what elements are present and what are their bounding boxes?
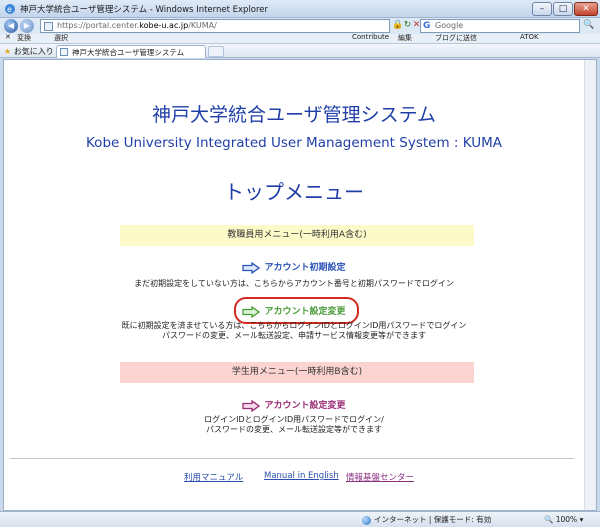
internet-explorer-icon: e: [5, 4, 15, 14]
new-tab-button[interactable]: [208, 46, 224, 57]
student-description-line2: パスワードの変更、メール転送設定等ができます: [206, 425, 382, 434]
account-init-description: まだ初期設定をしていない方は、こちらからアカウント番号と初期パスワードでログイン: [134, 279, 454, 288]
english-manual-link[interactable]: Manual in English: [264, 471, 339, 481]
zoom-level[interactable]: 🔍 100% ▾: [544, 515, 583, 524]
contribute-button[interactable]: Contribute: [352, 33, 389, 41]
footer-divider: [10, 458, 574, 459]
favorites-button[interactable]: ★ お気に入り: [4, 46, 54, 57]
svg-text:e: e: [7, 5, 12, 14]
address-bar: ◀ ▶ https://portal.center.kobe-u.ac.jp/K…: [0, 18, 600, 34]
search-input[interactable]: G Google: [420, 19, 580, 33]
account-change-link[interactable]: アカウント設定変更: [4, 304, 584, 318]
globe-icon: [362, 515, 371, 525]
page-content: 神戸大学統合ユーザ管理システム Kobe University Integrat…: [3, 59, 597, 511]
arrow-right-icon: [242, 399, 261, 412]
tab-title: 神戸大学統合ユーザ管理システム: [72, 48, 185, 57]
account-init-link[interactable]: アカウント初期設定: [4, 260, 584, 274]
search-go-icon[interactable]: 🔍: [583, 20, 594, 30]
convert-button[interactable]: 変換: [17, 33, 31, 43]
info-center-link[interactable]: 情報基盤センター: [346, 471, 414, 483]
search-placeholder: Google: [435, 21, 464, 30]
select-button[interactable]: 選択: [54, 33, 68, 43]
star-icon: ★: [4, 47, 12, 56]
status-bar: インターネット | 保護モード: 有効 🔍 100% ▾: [0, 511, 600, 527]
page-title: 神戸大学統合ユーザ管理システム: [151, 104, 437, 126]
window-titlebar: e 神戸大学統合ユーザ管理システム - Windows Internet Exp…: [0, 0, 600, 18]
student-menu-header: 学生用メニュー(一時利用B含む): [120, 362, 474, 383]
google-icon: G: [423, 21, 431, 31]
forward-button[interactable]: ▶: [20, 19, 34, 33]
arrow-right-icon: [242, 261, 261, 274]
addon-toolbar: ✕ 変換 選択 Contribute 編集 ブログに送信 ATOK: [0, 33, 600, 44]
vertical-scrollbar[interactable]: [584, 60, 596, 510]
atok-button[interactable]: ATOK: [520, 33, 539, 41]
favorites-bar: ★ お気に入り 神戸大学統合ユーザ管理システム: [0, 44, 600, 58]
student-description-line1: ログインIDとログインID用パスワードでログイン/: [204, 415, 384, 424]
blog-post-button[interactable]: ブログに送信: [435, 33, 477, 43]
user-manual-link[interactable]: 利用マニュアル: [184, 471, 243, 483]
url-field[interactable]: https://portal.center.kobe-u.ac.jp/KUMA/: [40, 19, 390, 33]
tab-page-icon: [60, 48, 68, 56]
account-change-description-line1: 既に初期設定を済ませている方は、こちらからログインIDとログインID用パスワード…: [121, 321, 467, 330]
account-change-description-line2: パスワードの変更、メール転送設定、申請サービス情報変更等ができます: [162, 331, 426, 340]
url-text: https://portal.center.kobe-u.ac.jp/KUMA/: [57, 21, 217, 30]
page-subtitle: Kobe University Integrated User Manageme…: [86, 135, 502, 151]
close-window-button[interactable]: ✕: [574, 2, 598, 16]
staff-menu-header: 教職員用メニュー(一時利用A含む): [120, 225, 474, 246]
minimize-button[interactable]: –: [532, 2, 552, 16]
arrow-right-icon: [242, 305, 261, 318]
back-button[interactable]: ◀: [4, 19, 18, 33]
page-icon: [44, 22, 53, 31]
maximize-button[interactable]: □: [553, 2, 573, 16]
window-title: 神戸大学統合ユーザ管理システム - Windows Internet Explo…: [20, 5, 269, 15]
tab-kuma[interactable]: 神戸大学統合ユーザ管理システム: [56, 45, 206, 58]
security-zone[interactable]: インターネット | 保護モード: 有効: [362, 514, 491, 525]
edit-button[interactable]: 編集: [398, 33, 412, 43]
student-account-change-link[interactable]: アカウント設定変更: [4, 398, 584, 412]
menu-heading: トップメニュー: [224, 180, 364, 204]
toolbar-close-icon[interactable]: ✕: [5, 33, 11, 41]
